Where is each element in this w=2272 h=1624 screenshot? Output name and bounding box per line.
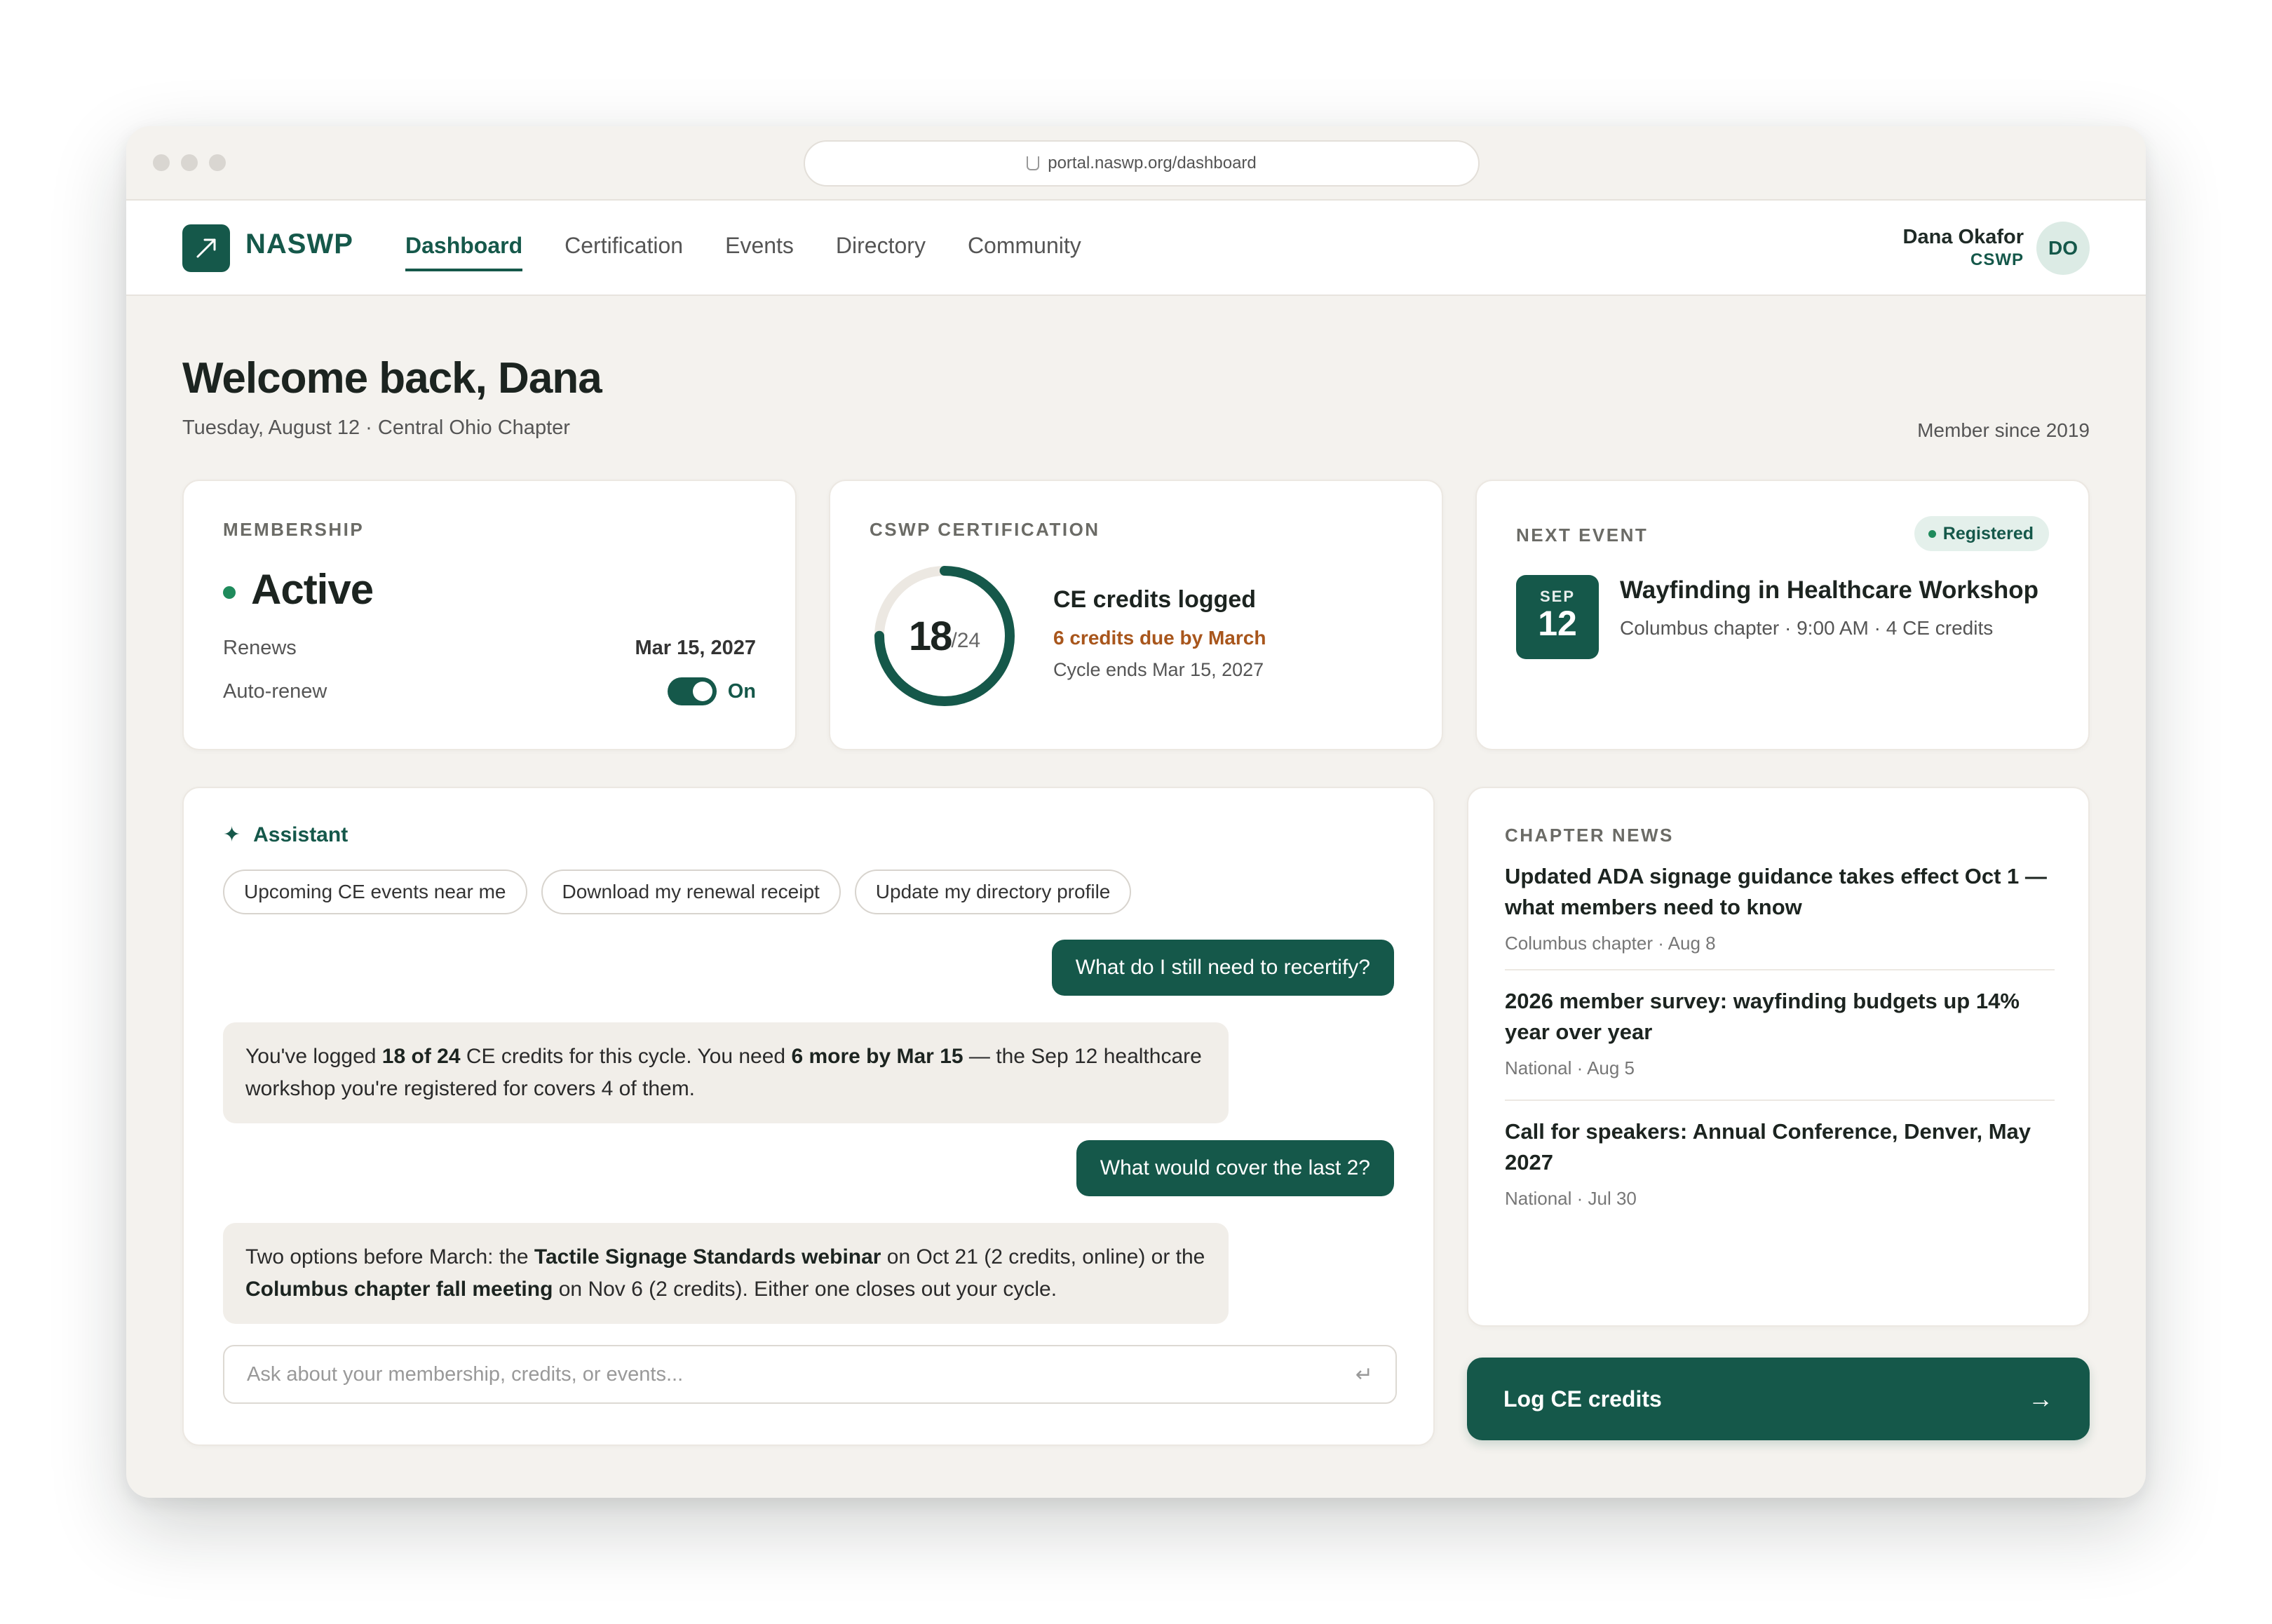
tab-events[interactable]: Events bbox=[725, 233, 794, 271]
message-text: CE credits for this cycle. You need bbox=[460, 1045, 792, 1068]
lock-icon bbox=[1027, 156, 1040, 170]
assistant-message: You've logged 18 of 24 CE credits for th… bbox=[223, 1022, 1229, 1123]
chip-download-receipt[interactable]: Download my renewal receipt bbox=[541, 869, 841, 914]
top-nav: NASWP Dashboard Certification Events Dir… bbox=[126, 201, 2146, 296]
event-date-tile: SEP 12 bbox=[1516, 575, 1599, 659]
status-dot-icon bbox=[223, 586, 236, 599]
user-message: What would cover the last 2? bbox=[1076, 1140, 1394, 1196]
enter-icon[interactable]: ↵ bbox=[1355, 1362, 1373, 1387]
certification-label: CSWP CERTIFICATION bbox=[870, 519, 1100, 540]
event-title[interactable]: Wayfinding in Healthcare Workshop bbox=[1620, 576, 2038, 604]
log-ce-credits-button[interactable]: Log CE credits → bbox=[1467, 1358, 2090, 1440]
arrow-right-icon: → bbox=[2028, 1384, 2053, 1413]
news-meta: Columbus chapter · Aug 8 bbox=[1505, 933, 1716, 954]
divider bbox=[1505, 969, 2055, 970]
cta-label: Log CE credits bbox=[1503, 1386, 1662, 1412]
autorenew-value: On bbox=[727, 680, 756, 703]
input-placeholder: Ask about your membership, credits, or e… bbox=[247, 1362, 684, 1386]
badge-label: Registered bbox=[1942, 523, 2034, 543]
brand-name[interactable]: NASWP bbox=[245, 229, 353, 260]
message-emphasis[interactable]: Tactile Signage Standards webinar bbox=[534, 1245, 881, 1268]
page-title: Welcome back, Dana bbox=[182, 354, 602, 402]
cycle-end: Cycle ends Mar 15, 2027 bbox=[1053, 659, 1264, 680]
suggestion-chips: Upcoming CE events near me Download my r… bbox=[223, 869, 1132, 914]
tab-directory[interactable]: Directory bbox=[836, 233, 926, 271]
news-item[interactable]: 2026 member survey: wayfinding budgets u… bbox=[1505, 986, 2055, 1079]
message-text: You've logged bbox=[245, 1045, 382, 1068]
autorenew-label: Auto-renew bbox=[223, 680, 327, 703]
certification-card: CSWP CERTIFICATION 18 /24 CE credits log… bbox=[829, 480, 1443, 750]
message-emphasis[interactable]: Columbus chapter fall meeting bbox=[245, 1278, 553, 1301]
message-emphasis: 18 of 24 bbox=[381, 1045, 461, 1068]
message-text: on Oct 21 (2 credits, online) or the bbox=[881, 1245, 1205, 1268]
toggle-knob bbox=[693, 682, 712, 701]
membership-status: Active bbox=[251, 566, 374, 613]
window-maximize-dot[interactable] bbox=[209, 154, 226, 171]
renews-value: Mar 15, 2027 bbox=[635, 637, 756, 659]
assistant-input[interactable]: Ask about your membership, credits, or e… bbox=[223, 1345, 1397, 1404]
assistant-message: Two options before March: the Tactile Si… bbox=[223, 1223, 1229, 1324]
message-text: Two options before March: the bbox=[245, 1245, 534, 1268]
news-title[interactable]: Updated ADA signage guidance takes effec… bbox=[1505, 861, 2055, 923]
user-name: Dana Okafor bbox=[1902, 226, 2024, 248]
chip-upcoming-ce-events[interactable]: Upcoming CE events near me bbox=[223, 869, 527, 914]
credits-count: 18 /24 bbox=[871, 562, 1018, 710]
chapter-news-label: CHAPTER NEWS bbox=[1505, 825, 1674, 846]
avatar[interactable]: DO bbox=[2036, 222, 2090, 275]
news-item[interactable]: Call for speakers: Annual Conference, De… bbox=[1505, 1116, 2055, 1210]
tab-certification[interactable]: Certification bbox=[564, 233, 683, 271]
news-title[interactable]: 2026 member survey: wayfinding budgets u… bbox=[1505, 986, 2055, 1048]
message-emphasis: 6 more by Mar 15 bbox=[791, 1045, 963, 1068]
event-meta: Columbus chapter · 9:00 AM · 4 CE credit… bbox=[1620, 617, 1994, 639]
event-month: SEP bbox=[1539, 588, 1576, 605]
window-close-dot[interactable] bbox=[153, 154, 170, 171]
next-event-card[interactable]: NEXT EVENT Registered SEP 12 Wayfinding … bbox=[1475, 480, 2090, 750]
chapter-news-card: CHAPTER NEWS Updated ADA signage guidanc… bbox=[1467, 787, 2090, 1327]
divider bbox=[1505, 1099, 2055, 1101]
page-subtitle: Tuesday, August 12 · Central Ohio Chapte… bbox=[182, 417, 570, 439]
news-title[interactable]: Call for speakers: Annual Conference, De… bbox=[1505, 1116, 2055, 1178]
renews-label: Renews bbox=[223, 637, 297, 659]
sparkle-icon: ✦ bbox=[223, 823, 241, 846]
user-message: What do I still need to recertify? bbox=[1051, 940, 1394, 996]
message-text: on Nov 6 (2 credits). Either one closes … bbox=[553, 1278, 1057, 1301]
user-role: CSWP bbox=[1970, 250, 2024, 269]
url-text: portal.naswp.org/dashboard bbox=[1048, 154, 1257, 172]
tab-dashboard[interactable]: Dashboard bbox=[405, 233, 523, 271]
tab-community[interactable]: Community bbox=[968, 233, 1081, 271]
window-minimize-dot[interactable] bbox=[181, 154, 198, 171]
event-day: 12 bbox=[1538, 604, 1577, 643]
badge-dot-icon bbox=[1928, 529, 1936, 538]
address-bar[interactable]: portal.naswp.org/dashboard bbox=[804, 140, 1480, 187]
assistant-title: Assistant bbox=[253, 823, 349, 846]
assistant-panel: ✦ Assistant Upcoming CE events near me D… bbox=[182, 787, 1435, 1446]
chip-update-profile[interactable]: Update my directory profile bbox=[854, 869, 1132, 914]
browser-window: portal.naswp.org/dashboard NASWP Dashboa… bbox=[126, 126, 2146, 1498]
news-meta: National · Jul 30 bbox=[1505, 1188, 1637, 1209]
membership-label: MEMBERSHIP bbox=[223, 519, 365, 540]
membership-card: MEMBERSHIP Active Renews Mar 15, 2027 Au… bbox=[182, 480, 797, 750]
news-meta: National · Aug 5 bbox=[1505, 1057, 1635, 1078]
browser-chrome: portal.naswp.org/dashboard bbox=[126, 126, 2146, 201]
credits-due: 6 credits due by March bbox=[1053, 627, 1266, 649]
next-event-label: NEXT EVENT bbox=[1516, 525, 1649, 546]
member-since: Member since 2019 bbox=[1917, 419, 2090, 441]
user-menu[interactable]: Dana Okafor CSWP bbox=[1903, 226, 2024, 270]
nav-tabs: Dashboard Certification Events Directory… bbox=[405, 233, 1081, 271]
registered-badge: Registered bbox=[1914, 516, 2049, 551]
credits-total-value: /24 bbox=[951, 629, 981, 652]
autorenew-toggle[interactable] bbox=[668, 677, 717, 705]
credits-logged-value: 18 bbox=[908, 613, 952, 659]
assistant-header: ✦ Assistant bbox=[223, 823, 348, 847]
news-item[interactable]: Updated ADA signage guidance takes effec… bbox=[1505, 861, 2055, 954]
credits-title: CE credits logged bbox=[1053, 586, 1257, 613]
logo-arrow-icon[interactable] bbox=[182, 224, 230, 272]
